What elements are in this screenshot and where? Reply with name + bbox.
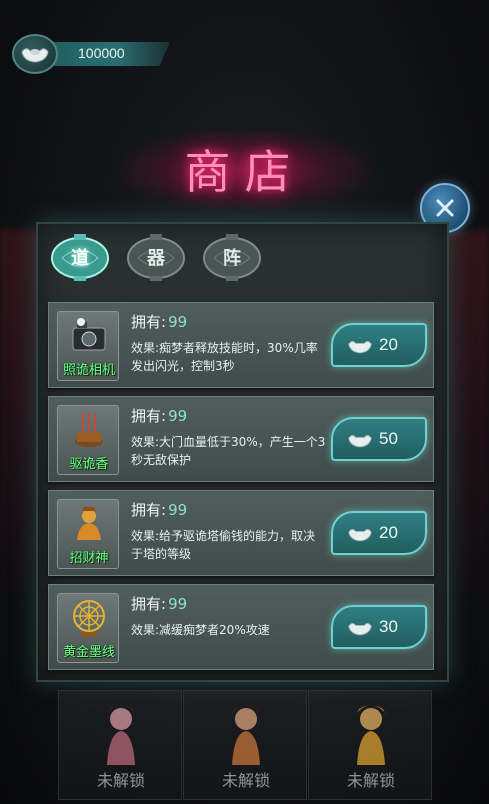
price: 20 — [379, 523, 398, 542]
owned-value: 99 — [168, 313, 188, 331]
owned-value: 99 — [168, 501, 188, 519]
golden-web-icon — [73, 600, 105, 637]
camera-icon — [72, 318, 106, 351]
buy-button[interactable]: 50 — [331, 417, 427, 461]
tab-label: 道 — [71, 248, 89, 269]
close-icon — [436, 199, 454, 217]
owned-count: 拥有: 99 — [131, 405, 187, 426]
incense-icon — [75, 412, 103, 447]
owned-label: 拥有: — [131, 313, 167, 331]
tab-zhen[interactable]: 阵 — [202, 232, 262, 282]
owned-count: 拥有: 99 — [131, 593, 187, 614]
item-description: 效果:痴梦者释放技能时，30%几率发出闪光，控制3秒 — [131, 341, 318, 373]
tab-qi[interactable]: 器 — [126, 232, 186, 282]
silver-ingot-icon — [348, 623, 372, 636]
owned-value: 99 — [168, 407, 188, 425]
shop-item-card: 黄金墨线 拥有: 99 效果:减缓痴梦者20%攻速 30 — [48, 584, 434, 670]
owned-label: 拥有: — [131, 595, 167, 613]
locked-character-slot[interactable]: 未解锁 — [183, 690, 307, 800]
locked-label: 未解锁 — [96, 771, 145, 790]
item-thumbnail: 驱诡香 — [57, 405, 119, 475]
locked-label: 未解锁 — [221, 771, 270, 790]
locked-character-slot[interactable]: 未解锁 — [58, 690, 182, 800]
character-icon — [357, 705, 385, 765]
item-thumbnail: 黄金墨线 — [57, 593, 119, 663]
item-thumbnail: 照诡相机 — [57, 311, 119, 381]
item-name: 照诡相机 — [62, 363, 115, 378]
price: 50 — [379, 429, 398, 448]
buy-button[interactable]: 30 — [331, 605, 427, 649]
item-name: 黄金墨线 — [62, 645, 115, 660]
owned-value: 99 — [168, 595, 188, 613]
shop-item-card: 照诡相机 拥有: 99 效果:痴梦者释放技能时，30%几率发出闪光，控制3秒 20 — [48, 302, 434, 388]
character-icon — [232, 705, 260, 765]
price: 20 — [379, 335, 398, 354]
owned-count: 拥有: 99 — [131, 311, 187, 332]
page-title: 商店 — [184, 145, 305, 199]
character-icon — [107, 705, 135, 765]
tab-bar: 道 器 阵 — [50, 232, 262, 286]
owned-label: 拥有: — [131, 407, 167, 425]
buy-button[interactable]: 20 — [331, 511, 427, 555]
item-description: 效果:给予驱诡塔偷钱的能力，取决于塔的等级 — [131, 529, 316, 561]
item-name: 招财神 — [69, 551, 109, 566]
locked-character-slot[interactable]: 未解锁 — [308, 690, 432, 800]
owned-label: 拥有: — [131, 501, 167, 519]
tab-dao[interactable]: 道 — [50, 232, 110, 282]
tab-label: 器 — [147, 248, 165, 269]
item-thumbnail: 招财神 — [57, 499, 119, 569]
item-description: 效果:大门血量低于30%，产生一个3秒无敌保护 — [131, 435, 326, 467]
price: 30 — [379, 617, 398, 636]
tab-label: 阵 — [223, 248, 241, 269]
silver-ingot-icon — [348, 529, 372, 542]
item-name: 驱诡香 — [69, 457, 109, 472]
currency-display: 100000 — [12, 34, 170, 74]
item-description: 效果:减缓痴梦者20%攻速 — [131, 623, 270, 637]
shop-item-card: 驱诡香 拥有: 99 效果:大门血量低于30%，产生一个3秒无敌保护 50 — [48, 396, 434, 482]
currency-amount: 100000 — [78, 45, 125, 61]
shop-item-card: 招财神 拥有: 99 效果:给予驱诡塔偷钱的能力，取决于塔的等级 20 — [48, 490, 434, 576]
owned-count: 拥有: 99 — [131, 499, 187, 520]
fortune-god-icon — [77, 507, 101, 540]
silver-ingot-icon — [12, 34, 58, 74]
silver-ingot-icon — [348, 435, 372, 448]
buy-button[interactable]: 20 — [331, 323, 427, 367]
locked-label: 未解锁 — [346, 771, 395, 790]
silver-ingot-icon — [348, 341, 372, 354]
